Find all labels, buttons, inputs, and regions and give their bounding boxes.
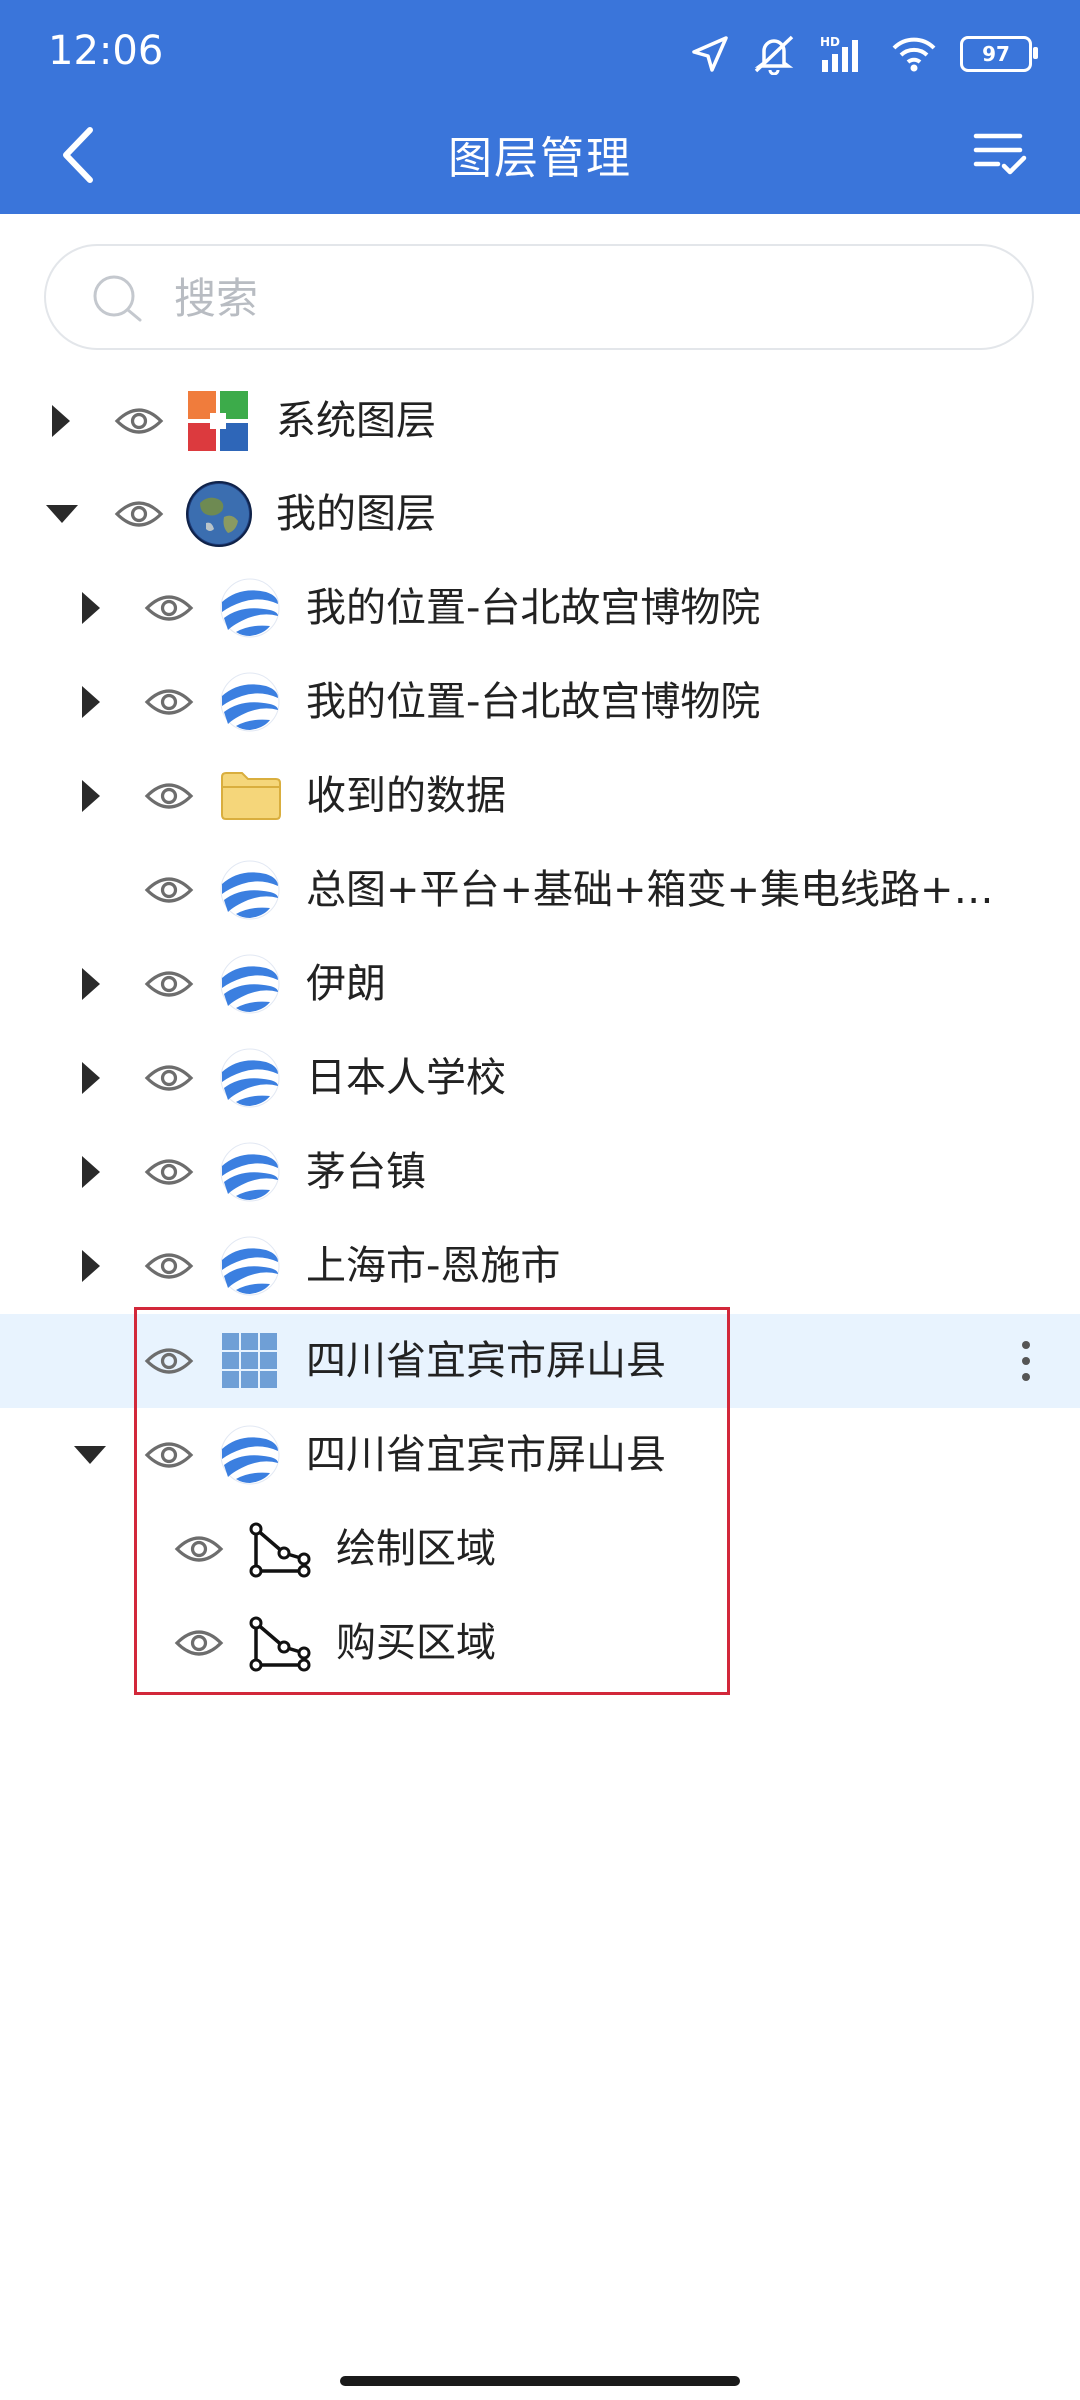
hd-label: HD bbox=[820, 35, 840, 49]
home-indicator[interactable] bbox=[340, 2376, 740, 2386]
tree-row-label: 收到的数据 bbox=[306, 773, 506, 819]
kml-globe-icon bbox=[220, 954, 280, 1014]
tree-row-layer[interactable]: 总图+平台+基础+箱变+集电线路+… bbox=[0, 843, 1080, 937]
tree-row-label: 茅台镇 bbox=[306, 1149, 426, 1195]
expand-arrow-right-icon[interactable] bbox=[78, 964, 104, 1004]
tree-row-my-layers[interactable]: 我的图层 bbox=[0, 467, 1080, 561]
status-time: 12:06 bbox=[48, 28, 164, 74]
folder-icon bbox=[221, 772, 281, 820]
tree-row-label: 我的位置-台北故宫博物院 bbox=[306, 585, 761, 631]
system-layer-icon bbox=[188, 391, 248, 451]
tree-row-layer[interactable]: 茅台镇 bbox=[0, 1125, 1080, 1219]
tree-row-label: 上海市-恩施市 bbox=[306, 1243, 561, 1289]
eye-icon[interactable] bbox=[144, 870, 194, 910]
tree-row-label: 我的位置-台北故宫博物院 bbox=[306, 679, 761, 725]
tree-row-label: 系统图层 bbox=[276, 398, 436, 444]
eye-icon[interactable] bbox=[144, 1152, 194, 1192]
tree-row-folder[interactable]: 收到的数据 bbox=[0, 749, 1080, 843]
tree-row-layer[interactable]: 我的位置-台北故宫博物院 bbox=[0, 655, 1080, 749]
tree-row-label: 日本人学校 bbox=[306, 1055, 506, 1101]
tree-row-layer[interactable]: 上海市-恩施市 bbox=[0, 1219, 1080, 1313]
eye-icon[interactable] bbox=[114, 401, 164, 441]
tree-row-system-layer[interactable]: 系统图层 bbox=[0, 374, 1080, 468]
kml-globe-icon bbox=[220, 578, 280, 638]
wifi-icon bbox=[892, 37, 936, 72]
tree-row-label: 我的图层 bbox=[276, 491, 436, 537]
tree-row-layer[interactable]: 我的位置-台北故宫博物院 bbox=[0, 561, 1080, 655]
page-title: 图层管理 bbox=[448, 133, 632, 184]
expand-arrow-right-icon[interactable] bbox=[78, 1152, 104, 1192]
search-icon bbox=[93, 275, 142, 322]
tree-row-label: 伊朗 bbox=[306, 961, 386, 1007]
expand-arrow-down-icon[interactable] bbox=[72, 1444, 108, 1466]
location-arrow-icon bbox=[692, 36, 728, 72]
tree-row-label: 总图+平台+基础+箱变+集电线路+… bbox=[306, 867, 994, 913]
kml-globe-icon bbox=[220, 1142, 280, 1202]
signal-icon: HD bbox=[820, 35, 858, 72]
mute-bell-icon bbox=[754, 35, 794, 75]
expand-arrow-right-icon[interactable] bbox=[78, 1058, 104, 1098]
battery-level: 97 bbox=[982, 42, 1010, 66]
eye-icon[interactable] bbox=[144, 588, 194, 628]
expand-arrow-right-icon[interactable] bbox=[78, 588, 104, 628]
search-input[interactable] bbox=[172, 264, 996, 332]
multi-select-button[interactable] bbox=[972, 126, 1028, 182]
expand-arrow-right-icon[interactable] bbox=[48, 401, 74, 441]
eye-icon[interactable] bbox=[114, 494, 164, 534]
tree-row-layer[interactable]: 伊朗 bbox=[0, 937, 1080, 1031]
eye-icon[interactable] bbox=[144, 964, 194, 1004]
expand-arrow-right-icon[interactable] bbox=[78, 776, 104, 816]
expand-arrow-right-icon[interactable] bbox=[78, 682, 104, 722]
more-vertical-icon[interactable] bbox=[1016, 1338, 1036, 1384]
kml-globe-icon bbox=[220, 672, 280, 732]
kml-globe-icon bbox=[220, 860, 280, 920]
kml-globe-icon bbox=[220, 1236, 280, 1296]
eye-icon[interactable] bbox=[144, 1246, 194, 1286]
tree-row-layer[interactable]: 日本人学校 bbox=[0, 1031, 1080, 1125]
eye-icon[interactable] bbox=[144, 776, 194, 816]
app-header: 12:06 HD 97 图层管理 bbox=[0, 0, 1080, 214]
eye-icon[interactable] bbox=[144, 1058, 194, 1098]
expand-arrow-right-icon[interactable] bbox=[78, 1246, 104, 1286]
eye-icon[interactable] bbox=[144, 682, 194, 722]
list-check-icon bbox=[973, 133, 1027, 175]
expand-arrow-down-icon[interactable] bbox=[44, 503, 80, 525]
status-icons: HD 97 bbox=[690, 30, 1038, 78]
earth-globe-icon bbox=[186, 481, 252, 547]
highlight-annotation-box bbox=[134, 1307, 730, 1695]
search-bar[interactable] bbox=[44, 244, 1034, 350]
battery-indicator: 97 bbox=[960, 36, 1038, 72]
screen: 12:06 HD 97 图层管理 搜索 系统图层 我的图层 我的位置-台北故宫博… bbox=[0, 0, 1080, 2400]
kml-globe-icon bbox=[220, 1048, 280, 1108]
